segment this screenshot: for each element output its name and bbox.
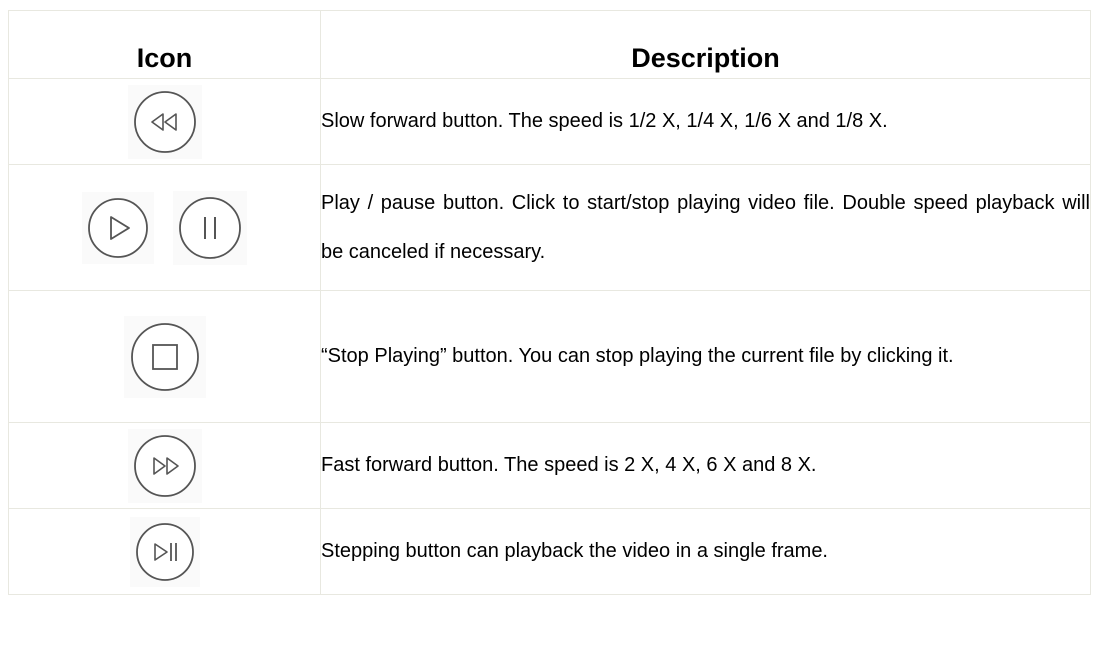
row-description: Play / pause button. Click to start/stop… (320, 164, 1091, 291)
header-icon: Icon (8, 10, 321, 79)
stop-icon (128, 320, 202, 394)
table-row: Fast forward button. The speed is 2 X, 4… (8, 422, 1091, 509)
play-icon (86, 196, 150, 260)
header-description: Description (320, 10, 1091, 79)
pause-icon (177, 195, 243, 261)
icon-description-table: Icon Description Slow forward button. Th… (8, 10, 1091, 595)
table-row: Slow forward button. The speed is 1/2 X,… (8, 78, 1091, 165)
row-description: Stepping button can playback the video i… (320, 508, 1091, 595)
fast-forward-icon (132, 433, 198, 499)
table-row: Play / pause button. Click to start/stop… (8, 164, 1091, 291)
step-frame-icon (134, 521, 196, 583)
table-row: “Stop Playing” button. You can stop play… (8, 290, 1091, 423)
slow-forward-icon (132, 89, 198, 155)
table-row: Stepping button can playback the video i… (8, 508, 1091, 595)
table-header-row: Icon Description (8, 10, 1091, 79)
row-description: “Stop Playing” button. You can stop play… (320, 290, 1091, 423)
row-description: Slow forward button. The speed is 1/2 X,… (320, 78, 1091, 165)
row-description: Fast forward button. The speed is 2 X, 4… (320, 422, 1091, 509)
